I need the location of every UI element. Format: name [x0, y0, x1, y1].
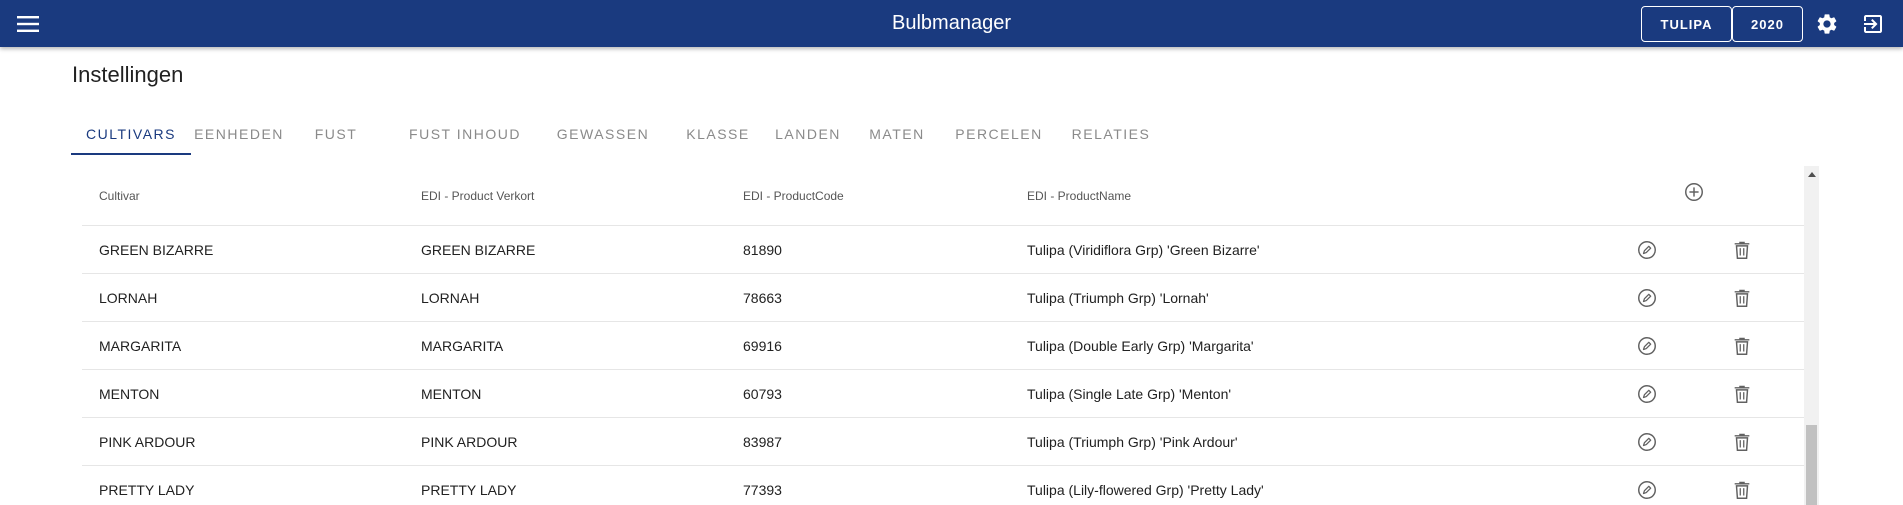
- cell-product-code: 83987: [743, 434, 782, 450]
- table-row: MARGARITA MARGARITA 69916 Tulipa (Double…: [82, 322, 1804, 370]
- trash-icon: [1734, 241, 1750, 259]
- scroll-up-button[interactable]: [1804, 166, 1819, 181]
- tab-relaties[interactable]: RELATIES: [1061, 112, 1161, 155]
- table-scrollbar[interactable]: [1804, 166, 1819, 505]
- menu-button[interactable]: [10, 9, 46, 39]
- cell-product-name: Tulipa (Triumph Grp) 'Lornah': [1027, 290, 1209, 306]
- delete-button[interactable]: [1730, 334, 1754, 358]
- edit-button[interactable]: [1635, 478, 1659, 502]
- edit-icon: [1638, 241, 1656, 259]
- cell-product-code: 69916: [743, 338, 782, 354]
- menu-icon: [17, 16, 39, 32]
- cell-cultivar: PRETTY LADY: [99, 482, 195, 498]
- trash-icon: [1734, 337, 1750, 355]
- tab-fust[interactable]: FUST: [303, 112, 369, 155]
- cell-product-verkort: PRETTY LADY: [421, 482, 517, 498]
- cell-product-verkort: LORNAH: [421, 290, 480, 306]
- edit-icon: [1638, 433, 1656, 451]
- cell-product-code: 78663: [743, 290, 782, 306]
- trash-icon: [1734, 385, 1750, 403]
- cell-cultivar: MENTON: [99, 386, 160, 402]
- tab-eenheden[interactable]: EENHEDEN: [191, 112, 287, 155]
- cell-product-code: 60793: [743, 386, 782, 402]
- trash-icon: [1734, 433, 1750, 451]
- cell-product-name: Tulipa (Single Late Grp) 'Menton': [1027, 386, 1232, 402]
- cell-cultivar: GREEN BIZARRE: [99, 242, 214, 258]
- tab-gewassen[interactable]: GEWASSEN: [553, 112, 653, 155]
- settings-button[interactable]: [1813, 10, 1841, 38]
- cell-product-verkort: MARGARITA: [421, 338, 504, 354]
- delete-button[interactable]: [1730, 286, 1754, 310]
- column-header-product-verkort: EDI - Product Verkort: [421, 189, 535, 203]
- app-bar: Bulbmanager TULIPA 2020: [0, 0, 1903, 47]
- logout-button[interactable]: [1859, 10, 1887, 38]
- edit-button[interactable]: [1635, 430, 1659, 454]
- cell-product-name: Tulipa (Lily-flowered Grp) 'Pretty Lady': [1027, 482, 1264, 498]
- cell-product-name: Tulipa (Triumph Grp) 'Pink Ardour': [1027, 434, 1238, 450]
- edit-icon: [1638, 385, 1656, 403]
- edit-button[interactable]: [1635, 382, 1659, 406]
- cell-product-verkort: PINK ARDOUR: [421, 434, 518, 450]
- crop-selector-button[interactable]: TULIPA: [1641, 6, 1732, 42]
- table-row: GREEN BIZARRE GREEN BIZARRE 81890 Tulipa…: [82, 226, 1804, 274]
- edit-icon: [1638, 481, 1656, 499]
- cell-cultivar: LORNAH: [99, 290, 158, 306]
- cell-cultivar: MARGARITA: [99, 338, 182, 354]
- edit-icon: [1638, 289, 1656, 307]
- table-row: PRETTY LADY PRETTY LADY 77393 Tulipa (Li…: [82, 466, 1804, 505]
- delete-button[interactable]: [1730, 382, 1754, 406]
- cell-product-verkort: MENTON: [421, 386, 482, 402]
- tab-cultivars[interactable]: CULTIVARS: [71, 112, 191, 155]
- column-header-product-name: EDI - ProductName: [1027, 189, 1132, 203]
- delete-button[interactable]: [1730, 478, 1754, 502]
- table-header: Cultivar EDI - Product Verkort EDI - Pro…: [82, 166, 1804, 226]
- tab-percelen[interactable]: PERCELEN: [947, 112, 1051, 155]
- tab-klasse[interactable]: KLASSE: [676, 112, 760, 155]
- delete-button[interactable]: [1730, 238, 1754, 262]
- cell-product-code: 81890: [743, 242, 782, 258]
- edit-button[interactable]: [1635, 238, 1659, 262]
- scroll-thumb[interactable]: [1806, 425, 1817, 505]
- trash-icon: [1734, 481, 1750, 499]
- column-header-cultivar: Cultivar: [99, 189, 140, 203]
- gear-icon: [1817, 14, 1837, 34]
- tab-maten[interactable]: MATEN: [859, 112, 935, 155]
- tab-fust-inhoud[interactable]: FUST INHOUD: [405, 112, 525, 155]
- edit-button[interactable]: [1635, 286, 1659, 310]
- triangle-up-icon: [1807, 171, 1816, 177]
- table-row: LORNAH LORNAH 78663 Tulipa (Triumph Grp)…: [82, 274, 1804, 322]
- delete-button[interactable]: [1730, 430, 1754, 454]
- cell-product-name: Tulipa (Double Early Grp) 'Margarita': [1027, 338, 1254, 354]
- cell-product-name: Tulipa (Viridiflora Grp) 'Green Bizarre': [1027, 242, 1260, 258]
- add-cultivar-button[interactable]: [1682, 180, 1706, 204]
- cell-product-code: 77393: [743, 482, 782, 498]
- tab-landen[interactable]: LANDEN: [765, 112, 851, 155]
- add-circle-icon: [1685, 183, 1703, 201]
- cell-product-verkort: GREEN BIZARRE: [421, 242, 536, 258]
- page-title: Instellingen: [72, 62, 184, 87]
- column-header-product-code: EDI - ProductCode: [743, 189, 844, 203]
- logout-icon: [1864, 15, 1882, 33]
- table-row: PINK ARDOUR PINK ARDOUR 83987 Tulipa (Tr…: [82, 418, 1804, 466]
- edit-button[interactable]: [1635, 334, 1659, 358]
- edit-icon: [1638, 337, 1656, 355]
- table-row: MENTON MENTON 60793 Tulipa (Single Late …: [82, 370, 1804, 418]
- year-selector-button[interactable]: 2020: [1732, 6, 1803, 42]
- cultivars-table: Cultivar EDI - Product Verkort EDI - Pro…: [82, 166, 1804, 505]
- app-title: Bulbmanager: [892, 12, 1011, 34]
- trash-icon: [1734, 289, 1750, 307]
- cell-cultivar: PINK ARDOUR: [99, 434, 196, 450]
